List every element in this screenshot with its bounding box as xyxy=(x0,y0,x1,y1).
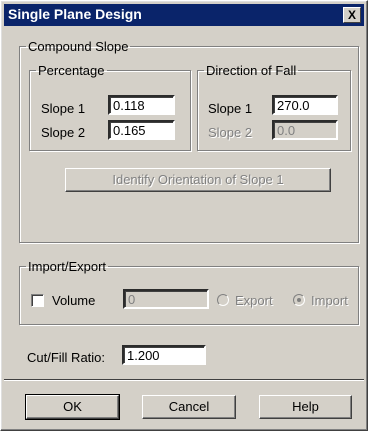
percentage-slope2-label: Slope 2 xyxy=(41,125,86,140)
identify-orientation-button: Identify Orientation of Slope 1 xyxy=(65,168,331,192)
cut-fill-label: Cut/Fill Ratio: xyxy=(27,350,106,365)
ok-button[interactable]: OK xyxy=(25,394,120,420)
direction-slope1-label: Slope 1 xyxy=(208,101,253,116)
import-radio xyxy=(293,294,305,306)
direction-slope1-input[interactable]: 270.0 xyxy=(272,95,338,115)
close-button[interactable]: X xyxy=(343,7,361,23)
volume-checkbox[interactable] xyxy=(31,294,44,307)
single-plane-design-dialog: Single Plane Design X Compound Slope Per… xyxy=(0,0,368,431)
cancel-button[interactable]: Cancel xyxy=(142,395,236,419)
import-label: Import xyxy=(311,293,348,308)
volume-input: 0 xyxy=(123,289,209,309)
cut-fill-input[interactable]: 1.200 xyxy=(122,345,206,365)
percentage-slope1-label: Slope 1 xyxy=(41,101,86,116)
direction-slope2-input: 0.0 xyxy=(272,120,338,140)
import-export-legend: Import/Export xyxy=(28,259,107,274)
compound-slope-legend: Compound Slope xyxy=(28,39,129,54)
title-bar[interactable]: Single Plane Design X xyxy=(4,4,364,26)
button-separator xyxy=(4,379,364,381)
close-icon: X xyxy=(347,8,356,22)
direction-slope2-label: Slope 2 xyxy=(208,125,253,140)
direction-of-fall-legend: Direction of Fall xyxy=(206,63,297,78)
volume-label: Volume xyxy=(52,293,96,308)
export-label: Export xyxy=(235,293,273,308)
percentage-slope2-input[interactable]: 0.165 xyxy=(108,120,175,140)
percentage-legend: Percentage xyxy=(38,63,105,78)
percentage-slope1-input[interactable]: 0.118 xyxy=(108,95,175,115)
window-title: Single Plane Design xyxy=(8,6,142,22)
export-radio xyxy=(217,294,229,306)
help-button[interactable]: Help xyxy=(259,395,352,419)
import-radio-selected-dot xyxy=(297,298,301,302)
